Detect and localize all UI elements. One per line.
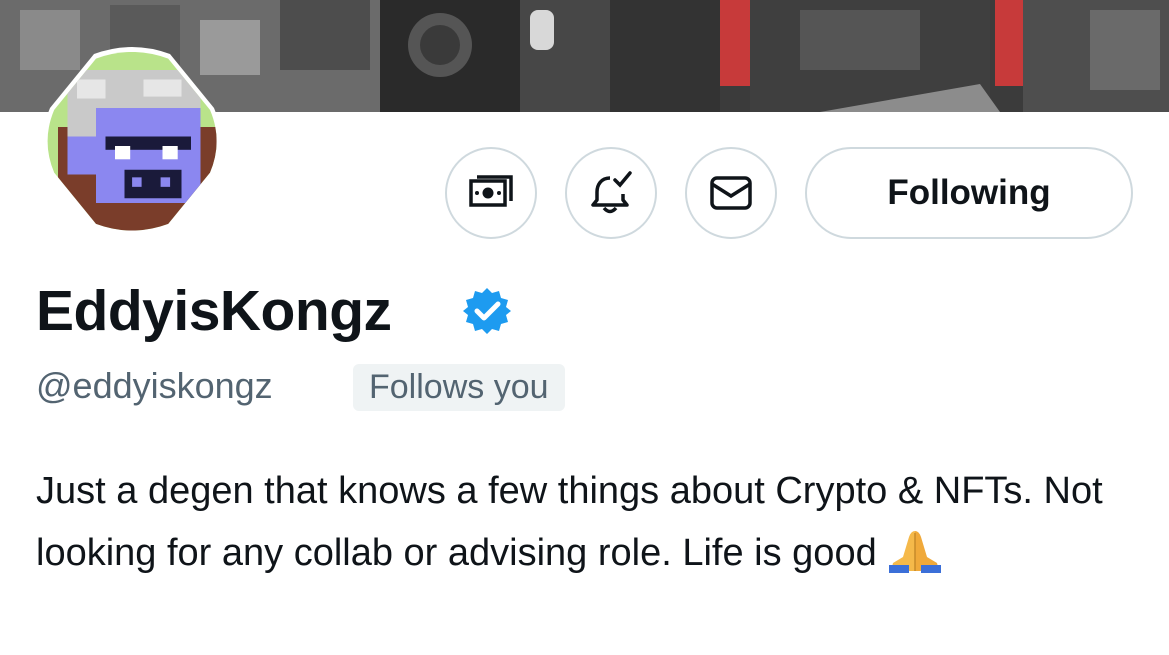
notifications-button[interactable]: [565, 147, 657, 239]
bell-check-icon: [591, 171, 632, 214]
profile-avatar[interactable]: [34, 46, 230, 236]
envelope-icon: [710, 176, 752, 210]
user-handle: @eddyiskongz: [36, 365, 273, 406]
money-icon: [469, 175, 513, 207]
profile-bio: Just a degen that knows a few things abo…: [36, 460, 1146, 592]
verified-badge-icon[interactable]: [462, 286, 512, 336]
follows-you-badge: Follows you: [353, 364, 565, 411]
tip-button[interactable]: [445, 147, 537, 239]
avatar-image: [43, 47, 221, 235]
message-button[interactable]: [685, 147, 777, 239]
pray-hands-emoji: [885, 527, 945, 592]
display-name: EddyisKongz: [36, 279, 392, 343]
following-button[interactable]: Following: [805, 147, 1133, 239]
